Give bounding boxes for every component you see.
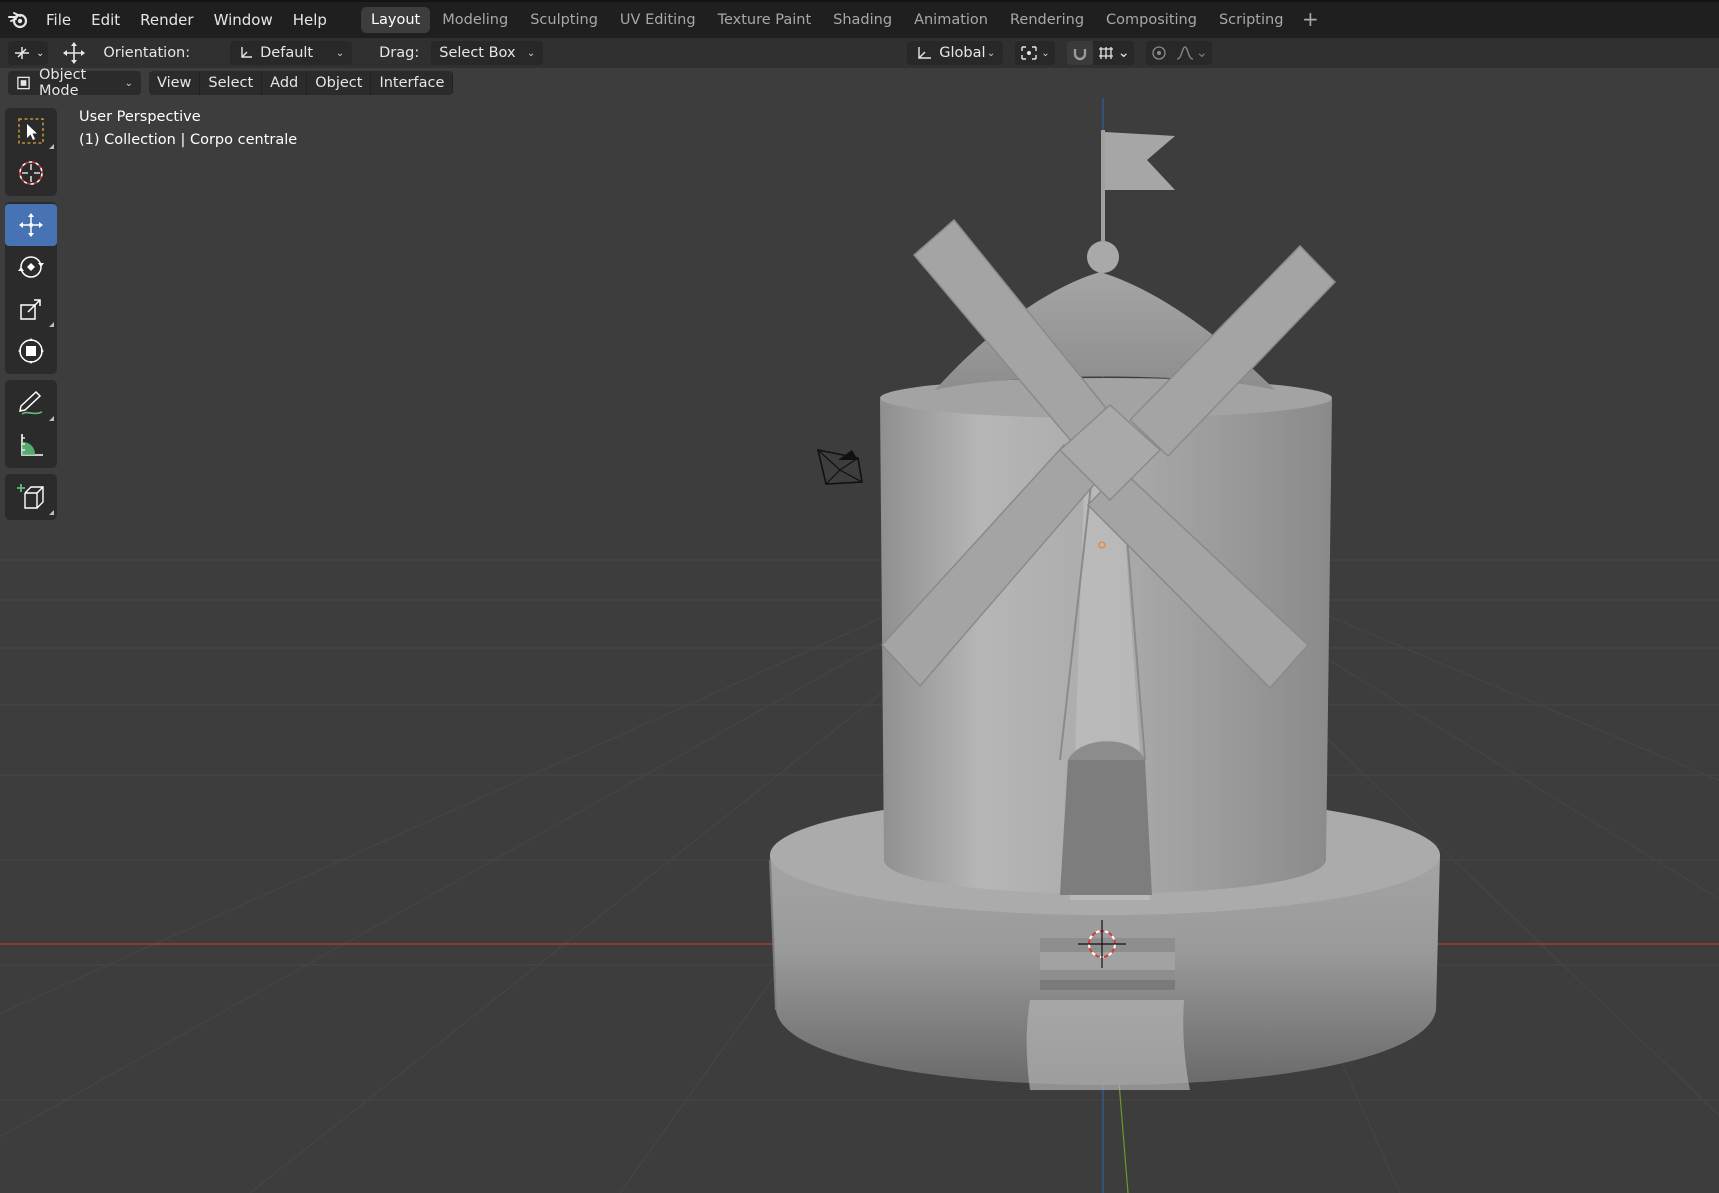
tab-sculpting[interactable]: Sculpting (520, 7, 608, 33)
move-tool-header-icon (62, 41, 86, 65)
menu-file[interactable]: File (36, 7, 81, 33)
mode-value: Object Mode (39, 67, 87, 99)
tab-compositing[interactable]: Compositing (1096, 7, 1207, 33)
3d-viewport[interactable] (0, 98, 1719, 1193)
tab-texture-paint[interactable]: Texture Paint (708, 7, 822, 33)
global-axes-icon (918, 47, 932, 59)
camera-object[interactable] (816, 448, 863, 485)
snap-toggle[interactable] (1066, 41, 1093, 65)
menu-interface[interactable]: Interface (371, 71, 454, 95)
orientation-value: Default (260, 45, 314, 61)
orientation-dropdown[interactable]: Default ⌄ (230, 41, 353, 65)
workspace-tabs: Layout Modeling Sculpting UV Editing Tex… (360, 1, 1321, 39)
rotate-tool-icon (18, 256, 44, 278)
tab-uv-editing[interactable]: UV Editing (610, 7, 706, 33)
menu-edit[interactable]: Edit (81, 7, 130, 33)
tool-group-add (5, 474, 57, 520)
orientation-icon (241, 47, 253, 58)
cursor-tool-icon (19, 161, 43, 185)
move-tool-icon (19, 213, 43, 237)
add-cube-tool-icon (17, 484, 44, 509)
menu-help[interactable]: Help (283, 7, 337, 33)
chevron-down-icon: ⌄ (36, 47, 45, 59)
scale-tool-icon (20, 299, 41, 320)
scale-tool[interactable] (5, 288, 57, 330)
drag-dropdown[interactable]: Select Box ⌄ (431, 41, 544, 65)
chevron-down-icon: ⌄ (1117, 45, 1130, 61)
tab-rendering[interactable]: Rendering (1000, 7, 1094, 33)
magnet-icon (1073, 49, 1086, 61)
tab-scripting[interactable]: Scripting (1209, 7, 1293, 33)
transform-orientation-value: Global (939, 45, 986, 61)
snap-increment-icon (1098, 47, 1113, 59)
tool-group-transform (5, 202, 57, 374)
cursor-tool[interactable] (5, 152, 57, 194)
tab-modeling[interactable]: Modeling (432, 7, 518, 33)
tool-group-select (5, 108, 57, 196)
annotate-tool-icon (19, 390, 43, 415)
mode-dropdown[interactable]: Object Mode ⌄ (8, 67, 141, 99)
view-name-label: User Perspective (79, 109, 201, 125)
drag-label: Drag: (379, 45, 420, 61)
menu-object[interactable]: Object (307, 71, 372, 95)
pivot-point-dropdown[interactable]: ⌄ (1015, 41, 1055, 65)
add-workspace-button[interactable]: + (1299, 9, 1321, 31)
select-box-tool-icon (18, 118, 44, 144)
chevron-down-icon: ⌄ (986, 47, 996, 59)
move-tool[interactable] (5, 204, 57, 246)
tool-settings-dropdown[interactable]: ⌄ (8, 41, 49, 65)
viewport-scene (0, 98, 1719, 1193)
viewport-menus: View Select Add Object Interface (149, 71, 454, 95)
proportional-editing-toggle[interactable] (1146, 41, 1172, 65)
menu-select[interactable]: Select (200, 71, 263, 95)
measure-tool[interactable] (5, 424, 57, 466)
tool-settings-icon (15, 47, 29, 59)
tool-header: ⌄ Orientation: Default ⌄ Drag: Select Bo… (0, 38, 1719, 68)
menu-view[interactable]: View (149, 71, 201, 95)
chevron-down-icon: ⌄ (526, 47, 536, 59)
menu-render[interactable]: Render (130, 7, 203, 33)
falloff-curve-icon (1176, 46, 1193, 60)
drag-value: Select Box (439, 45, 516, 61)
pivot-point-icon (1021, 46, 1037, 60)
transform-tool-icon (18, 338, 44, 364)
top-bar: File Edit Render Window Help Layout Mode… (0, 0, 1719, 38)
proportional-editing-icon (1152, 46, 1166, 60)
add-cube-tool[interactable] (5, 476, 57, 518)
viewport-header: Object Mode ⌄ View Select Add Object Int… (0, 67, 1719, 99)
chevron-down-icon: ⌄ (335, 47, 345, 59)
tab-animation[interactable]: Animation (904, 7, 998, 33)
annotate-tool[interactable] (5, 382, 57, 424)
object-mode-icon (17, 76, 30, 90)
menu-add[interactable]: Add (262, 71, 308, 95)
menu-window[interactable]: Window (204, 7, 283, 33)
tab-shading[interactable]: Shading (823, 7, 902, 33)
tool-shelf (5, 108, 57, 526)
tool-group-annotate (5, 380, 57, 468)
proportional-editing-group: ⌄ (1145, 41, 1212, 65)
orientation-label: Orientation: (103, 45, 191, 61)
measure-tool-icon (21, 434, 43, 456)
chevron-down-icon: ⌄ (1041, 47, 1050, 59)
chevron-down-icon: ⌄ (1195, 45, 1208, 61)
falloff-dropdown[interactable]: ⌄ (1172, 45, 1212, 61)
snap-target-dropdown[interactable]: ⌄ (1093, 45, 1134, 61)
transform-orientation-dropdown[interactable]: Global ⌄ (907, 41, 1004, 65)
chevron-down-icon: ⌄ (124, 77, 133, 89)
collection-label: (1) Collection | Corpo centrale (79, 132, 298, 148)
tab-layout[interactable]: Layout (360, 7, 431, 33)
blender-logo-icon[interactable] (0, 1, 36, 39)
transform-tool[interactable] (5, 330, 57, 372)
rotate-tool[interactable] (5, 246, 57, 288)
select-box-tool[interactable] (5, 110, 57, 152)
snap-group: ⌄ (1066, 41, 1134, 65)
